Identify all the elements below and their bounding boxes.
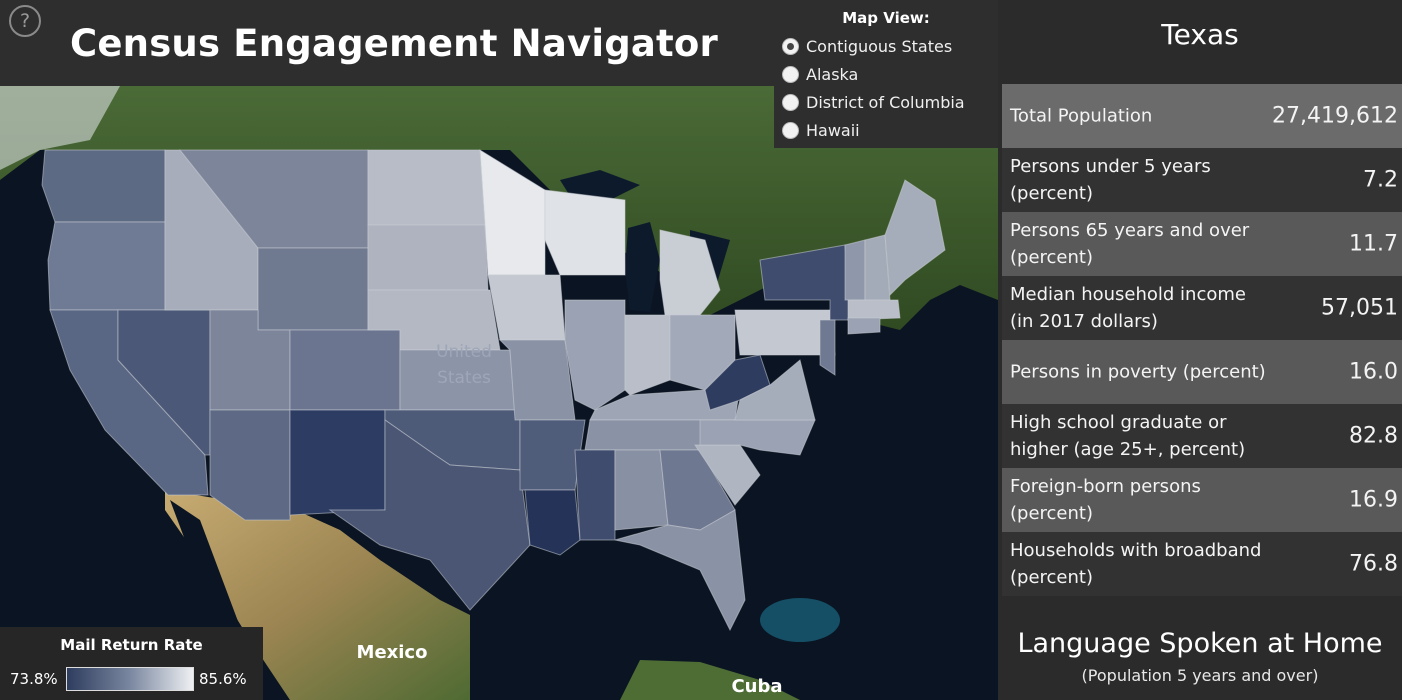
- bahamas-shoals: [760, 598, 840, 642]
- stat-label: Persons 65 years and over (percent): [1010, 220, 1250, 268]
- state-connecticut: [847, 317, 881, 335]
- stat-value: 16.0: [1349, 359, 1398, 385]
- state-vermont: [844, 239, 866, 301]
- radio-label: Alaska: [806, 64, 859, 84]
- country-label-line1: United: [436, 342, 492, 362]
- radio-hawaii[interactable]: Hawaii: [782, 118, 860, 142]
- stat-row: High school graduate or higher (age 25+,…: [1002, 404, 1402, 468]
- stat-label: Median household income (in 2017 dollars…: [1010, 284, 1246, 332]
- radio-button-icon[interactable]: [782, 93, 799, 111]
- stat-row: Persons 65 years and over (percent) 11.7: [1002, 212, 1402, 276]
- state-colorado: [289, 329, 401, 411]
- stat-value: 82.8: [1349, 423, 1398, 449]
- stat-value: 76.8: [1349, 551, 1398, 577]
- radio-label: Hawaii: [806, 120, 860, 140]
- state-washington: [41, 149, 166, 223]
- state-iowa: [487, 274, 566, 341]
- selected-state-name: Texas: [1161, 18, 1239, 51]
- state-details-panel: Texas Total Population 27,419,612 Person…: [998, 0, 1402, 700]
- radio-label: Contiguous States: [806, 36, 953, 56]
- state-mississippi: [574, 449, 616, 541]
- stat-value: 27,419,612: [1272, 103, 1398, 129]
- state-oregon: [47, 221, 166, 311]
- state-massachusetts: [847, 299, 901, 321]
- stat-label: Persons in poverty (percent): [1010, 361, 1266, 383]
- stat-label: High school graduate or higher (age 25+,…: [1010, 412, 1246, 460]
- legend-title: Mail Return Rate: [60, 636, 203, 654]
- stat-row: Total Population 27,419,612: [1002, 84, 1402, 148]
- stat-label: Households with broadband (percent): [1010, 540, 1262, 588]
- language-section-subtitle: (Population 5 years and over): [1081, 666, 1319, 685]
- radio-alaska[interactable]: Alaska: [782, 62, 858, 86]
- choropleth-map[interactable]: United States Mexico Cuba: [0, 86, 998, 700]
- stat-label: Foreign-born persons (percent): [1010, 476, 1201, 524]
- state-north-dakota: [367, 149, 486, 226]
- stat-value: 7.2: [1363, 167, 1398, 193]
- state-indiana: [624, 314, 671, 396]
- stat-row: Persons in poverty (percent) 16.0: [1002, 340, 1402, 404]
- state-new-jersey: [819, 319, 836, 376]
- legend-color-ramp: [66, 667, 194, 691]
- language-section-title: Language Spoken at Home: [1017, 628, 1383, 659]
- radio-button-icon[interactable]: [782, 37, 799, 55]
- state-louisiana: [524, 489, 581, 556]
- stat-label: Total Population: [1010, 105, 1153, 127]
- radio-district-of-columbia[interactable]: District of Columbia: [782, 90, 965, 114]
- map-view-title: Map View:: [842, 9, 930, 27]
- stat-row: Households with broadband (percent) 76.8: [1002, 532, 1402, 596]
- radio-contiguous-states[interactable]: Contiguous States: [782, 34, 952, 58]
- state-wisconsin: [544, 189, 626, 276]
- state-wyoming: [257, 247, 369, 331]
- state-alabama: [614, 449, 669, 531]
- stat-row: Median household income (in 2017 dollars…: [1002, 276, 1402, 340]
- stat-value: 11.7: [1349, 231, 1398, 257]
- state-stats-table: Total Population 27,419,612 Persons unde…: [1002, 84, 1402, 596]
- map-view-panel: Map View: Contiguous States Alaska Distr…: [774, 0, 998, 148]
- state-arizona: [209, 409, 291, 521]
- help-icon[interactable]: ?: [9, 5, 41, 37]
- stat-label: Persons under 5 years (percent): [1010, 156, 1211, 204]
- legend-min-value: 73.8%: [10, 670, 58, 688]
- radio-label: District of Columbia: [806, 92, 965, 112]
- legend-max-value: 85.6%: [199, 670, 247, 688]
- radio-button-icon[interactable]: [782, 121, 799, 139]
- mail-return-rate-legend: Mail Return Rate 73.8% 85.6%: [0, 627, 263, 700]
- stat-value: 16.9: [1349, 487, 1398, 513]
- state-south-dakota: [367, 224, 489, 291]
- stat-row: Persons under 5 years (percent) 7.2: [1002, 148, 1402, 212]
- stat-row: Foreign-born persons (percent) 16.9: [1002, 468, 1402, 532]
- state-illinois: [564, 299, 626, 411]
- mexico-label: Mexico: [357, 642, 428, 663]
- map-canvas[interactable]: United States Mexico Cuba: [0, 86, 998, 700]
- cuba-label: Cuba: [731, 676, 782, 697]
- country-label-line2: States: [437, 368, 491, 388]
- stat-value: 57,051: [1321, 295, 1398, 321]
- radio-button-icon[interactable]: [782, 65, 799, 83]
- state-new-mexico: [289, 409, 386, 516]
- page-title: Census Engagement Navigator: [70, 22, 719, 65]
